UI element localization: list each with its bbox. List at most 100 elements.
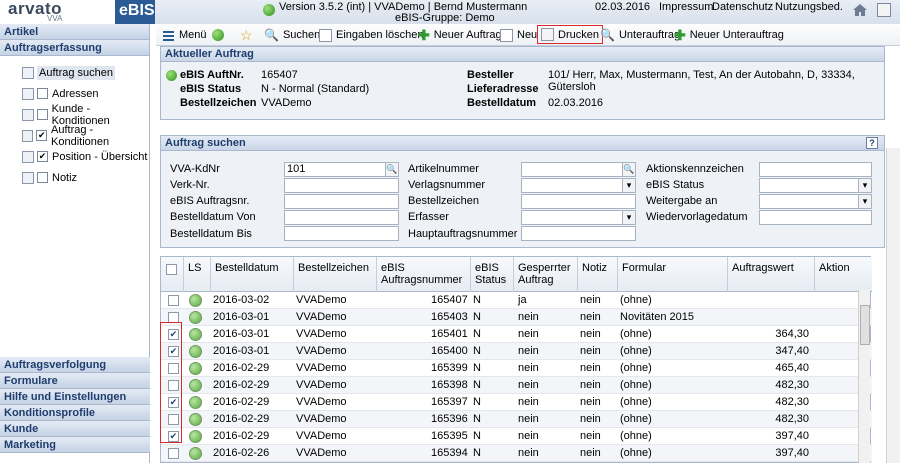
col-gesperrt[interactable]: Gesperrter Auftrag [514,257,578,292]
table-row[interactable]: ✔ 2016-02-29 VVADemo 165397 Nnein nein (ohne) 4… [161,394,872,411]
search-label: Suchen [282,29,321,41]
chevron-down-icon[interactable]: ▾ [858,195,871,208]
table-row[interactable]: ✔ 2016-02-29 VVADemo 165395 Nnein nein (ohne) 3… [161,428,872,445]
sidebar-section-konditionsprofile[interactable]: Konditionsprofile [0,405,150,421]
home-icon[interactable] [852,3,868,17]
bestelldatum-bis-input[interactable] [284,226,399,241]
ebis-status-select[interactable]: ▾ [759,178,872,193]
col-bestellzeichen[interactable]: Bestellzeichen [294,257,377,292]
impressum-link[interactable]: Impressum [659,1,713,13]
scrollbar-thumb[interactable] [860,305,870,345]
auftragsnr-input[interactable] [284,194,399,209]
table-row[interactable]: 2016-02-29 VVADemo 165399 Nnein nein (ohne) 46… [161,360,872,377]
verlagsnummer-select[interactable]: ▾ [521,178,636,193]
new-button[interactable]: Neu [500,27,537,43]
col-aktion[interactable]: Aktion [815,257,872,292]
cell-date: 2016-02-29 [213,379,270,391]
new-order-button[interactable]: ✚ Neuer Auftrag [418,27,502,43]
clear-label: Eingaben löschen [336,29,424,41]
bestelldatum-von-input[interactable] [284,210,399,225]
cell-zeichen: VVADemo [296,328,347,340]
page-scrollbar[interactable] [886,148,900,463]
lookup-icon[interactable]: 🔍 [622,163,635,176]
wiedervorlagedatum-input[interactable] [759,210,872,225]
ls-status-icon [189,413,202,426]
row-checkbox[interactable] [168,295,179,306]
sidebar-section-hilfe[interactable]: Hilfe und Einstellungen [0,389,150,405]
checkbox[interactable] [37,88,48,99]
search-button[interactable]: 🔍 Suchen [264,27,320,43]
sidebar-item-auftrag-konditionen[interactable]: ✔ Auftrag - Konditionen [0,124,149,148]
print-button[interactable]: Drucken [537,25,603,44]
cell-zeichen: VVADemo [296,345,347,357]
sidebar-item-auftrag-suchen[interactable]: Auftrag suchen [0,62,149,83]
cell-nr: 165399 [431,362,468,374]
table-row[interactable]: 2016-03-01 VVADemo 165403 Nnein nein Novitäte… [161,309,872,326]
sidebar-section-kunde[interactable]: Kunde [0,421,150,437]
cell-formular: (ohne) [620,447,652,459]
cell-status: N [473,294,481,306]
cell-gesperrt: nein [518,362,539,374]
select-all-checkbox[interactable] [166,264,177,275]
sidebar-item-position-uebersicht[interactable]: ✔ Position - Übersicht [0,146,149,167]
table-row[interactable]: 2016-02-29 VVADemo 165396 Nnein nein (ohne) 48… [161,411,872,428]
erfasser-select[interactable]: ▾ [521,210,636,225]
verlagsnummer-label: Verlagsnummer [408,179,486,191]
chevron-down-icon[interactable]: ▾ [622,179,635,192]
sidebar-section-formulare[interactable]: Formulare [0,373,150,389]
clear-inputs-button[interactable]: Eingaben löschen [319,27,423,43]
aktionskennzeichen-input[interactable] [759,162,872,177]
datenschutz-link[interactable]: Datenschutz [712,1,773,13]
hauptauftragsnummer-input[interactable] [521,226,636,241]
favorite-button[interactable]: ☆ [240,27,253,43]
cell-nr: 165397 [431,396,468,408]
lookup-icon[interactable]: 🔍 [385,163,398,176]
sidebar-section-auftragserfassung[interactable]: Auftragserfassung [0,40,149,56]
bestellzeichen-label: Bestellzeichen [180,97,257,109]
sidebar-item-label: Adressen [52,87,99,100]
col-ls[interactable]: LS [184,257,211,292]
table-row[interactable]: ✔ 2016-03-01 VVADemo 165401 Nnein nein (ohne) 3… [161,326,872,343]
row-checkbox[interactable] [168,448,179,459]
col-auftragswert[interactable]: Auftragswert [728,257,815,292]
sidebar-item-adressen[interactable]: Adressen [0,83,149,104]
sidebar-item-kunde-konditionen[interactable]: Kunde - Konditionen [0,103,149,127]
menu-label: Menü [179,29,207,41]
note-icon [22,171,34,184]
customer-icon [22,108,34,121]
checkbox[interactable] [37,172,48,183]
vva-kdnr-input[interactable]: 101 🔍 [284,162,399,177]
verk-nr-input[interactable] [284,178,399,193]
col-formular[interactable]: Formular [618,257,728,292]
sidebar-section-marketing[interactable]: Marketing [0,437,150,453]
help-icon[interactable]: ? [866,137,878,149]
checkbox[interactable] [36,109,48,120]
nutzungsbed-link[interactable]: Nutzungsbed. [775,1,843,13]
sidebar-section-auftragsverfolgung[interactable]: Auftragsverfolgung [0,357,150,373]
new-sub-order-button[interactable]: ✚ Neuer Unterauftrag [674,27,784,43]
chevron-down-icon[interactable]: ▾ [622,211,635,224]
table-row[interactable]: ✔ 2016-03-01 VVADemo 165400 Nnein nein (ohne) 3… [161,343,872,360]
grid-scrollbar[interactable] [858,290,870,463]
table-row[interactable]: 2016-02-29 VVADemo 165398 Nnein nein (ohne) 48… [161,377,872,394]
table-row[interactable]: 2016-02-26 VVADemo 165394 Nnein nein (ohne) 39… [161,445,872,462]
logout-icon[interactable] [877,3,891,17]
artikelnummer-input[interactable]: 🔍 [521,162,636,177]
col-ebis-status[interactable]: eBIS Status [471,257,514,292]
sidebar-section-artikel[interactable]: Artikel [0,24,149,40]
cell-formular: (ohne) [620,328,652,340]
checkbox[interactable]: ✔ [37,151,48,162]
menu-button[interactable]: Menü [162,27,207,43]
cell-date: 2016-03-01 [213,345,270,357]
bestellzeichen-input[interactable] [521,194,636,209]
new-label: Neu [517,29,538,41]
col-auftragsnummer[interactable]: eBIS Auftragsnummer [377,257,471,292]
weitergabe-select[interactable]: ▾ [759,194,872,209]
sub-order-button[interactable]: 🔍 Unterauftrag [600,27,680,43]
col-notiz[interactable]: Notiz [578,257,618,292]
col-bestelldatum[interactable]: Bestelldatum [211,257,294,292]
checkbox[interactable]: ✔ [36,130,48,141]
sidebar-item-notiz[interactable]: Notiz [0,167,149,188]
table-row[interactable]: 2016-03-02 VVADemo 165407 Nja nein (ohne) [161,292,872,309]
chevron-down-icon[interactable]: ▾ [858,179,871,192]
